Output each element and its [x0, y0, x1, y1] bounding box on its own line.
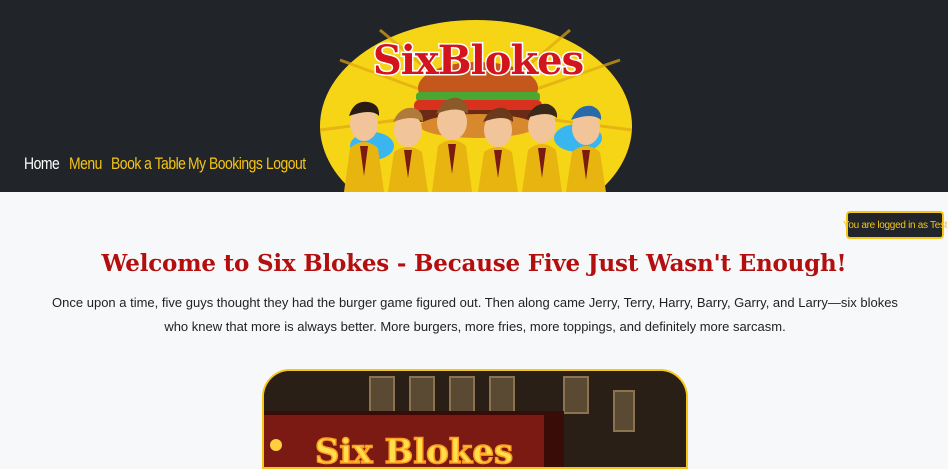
page-heading: Welcome to Six Blokes - Because Five Jus…: [101, 250, 847, 277]
intro-paragraph: Once upon a time, five guys thought they…: [52, 295, 898, 334]
nav-my-bookings[interactable]: My Bookings: [188, 154, 263, 174]
nav-book-a-table[interactable]: Book a Table: [111, 154, 186, 174]
main-nav: Home Menu Book a Table My Bookings Logou…: [24, 154, 321, 174]
hero-sign-text: Six Blokes: [315, 432, 513, 469]
site-header: Home Menu Book a Table My Bookings Logou…: [0, 0, 948, 192]
nav-home[interactable]: Home: [24, 154, 60, 174]
login-status-badge: You are logged in as Test: [843, 211, 947, 239]
logo-wordmark: SixBlokes: [373, 37, 583, 84]
hero-image: Six Blokes: [262, 369, 688, 469]
nav-menu[interactable]: Menu: [69, 154, 102, 174]
site-logo[interactable]: SixBlokes: [320, 20, 632, 192]
nav-logout[interactable]: Logout: [266, 154, 306, 174]
